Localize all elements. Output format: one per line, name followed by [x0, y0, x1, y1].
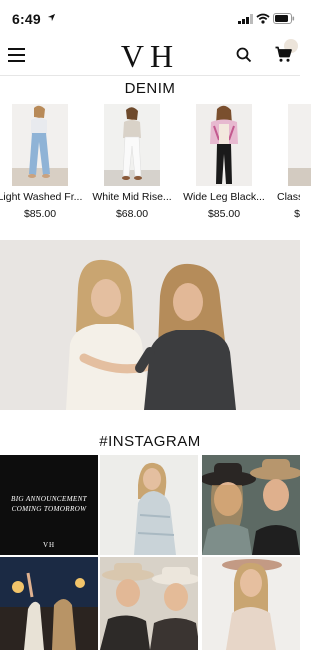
- site-header: VH: [0, 36, 300, 76]
- instagram-title: #INSTAGRAM: [99, 433, 201, 450]
- product-name[interactable]: White Mid Rise...: [83, 191, 181, 203]
- announcement-monogram: VH: [42, 541, 56, 549]
- instagram-post[interactable]: [0, 557, 98, 650]
- product-name[interactable]: Class: [277, 191, 300, 203]
- hero-photo-two-women: [0, 240, 300, 410]
- brand-logo[interactable]: VH: [0, 38, 300, 74]
- instagram-post[interactable]: [100, 557, 198, 650]
- product-carousel[interactable]: Light Washed Fr... $85.00 White Mid Rise…: [0, 104, 311, 224]
- status-time: 6:49: [12, 11, 41, 27]
- instagram-grid: BIG ANNOUNCEMENT COMING TOMORROW VH: [0, 455, 300, 650]
- product-name[interactable]: Wide Leg Black...: [175, 191, 273, 203]
- shopping-cart-icon[interactable]: [275, 46, 292, 63]
- instagram-post[interactable]: [202, 455, 300, 555]
- product-price: $85.00: [23, 208, 57, 220]
- product-price: $85.00: [207, 208, 241, 220]
- instagram-photo: [100, 557, 198, 650]
- instagram-post-announcement[interactable]: BIG ANNOUNCEMENT COMING TOMORROW VH: [0, 455, 98, 555]
- instagram-photo: [0, 557, 98, 650]
- battery-icon: [273, 13, 295, 24]
- instagram-photo: [100, 455, 198, 555]
- announcement-line-2: COMING TOMORROW: [11, 505, 87, 513]
- status-bar: 6:49: [0, 0, 300, 36]
- instagram-post[interactable]: [202, 557, 300, 650]
- location-arrow-icon: [47, 13, 56, 22]
- instagram-photo: [202, 455, 300, 555]
- wifi-icon: [256, 13, 270, 24]
- collection-title: DENIM: [124, 80, 176, 97]
- instagram-post[interactable]: [100, 455, 198, 555]
- product-image[interactable]: [196, 104, 252, 186]
- signal-icon: [238, 14, 253, 24]
- product-image[interactable]: [12, 104, 68, 186]
- hero-banner-image[interactable]: [0, 240, 300, 410]
- product-name[interactable]: Light Washed Fr...: [0, 191, 89, 203]
- search-icon[interactable]: [236, 47, 252, 63]
- product-image[interactable]: [104, 104, 160, 186]
- product-price: $68.00: [115, 208, 149, 220]
- product-price: $: [294, 208, 300, 220]
- product-image[interactable]: [288, 104, 311, 186]
- instagram-photo: [202, 557, 300, 650]
- announcement-line-1: BIG ANNOUNCEMENT: [11, 495, 87, 503]
